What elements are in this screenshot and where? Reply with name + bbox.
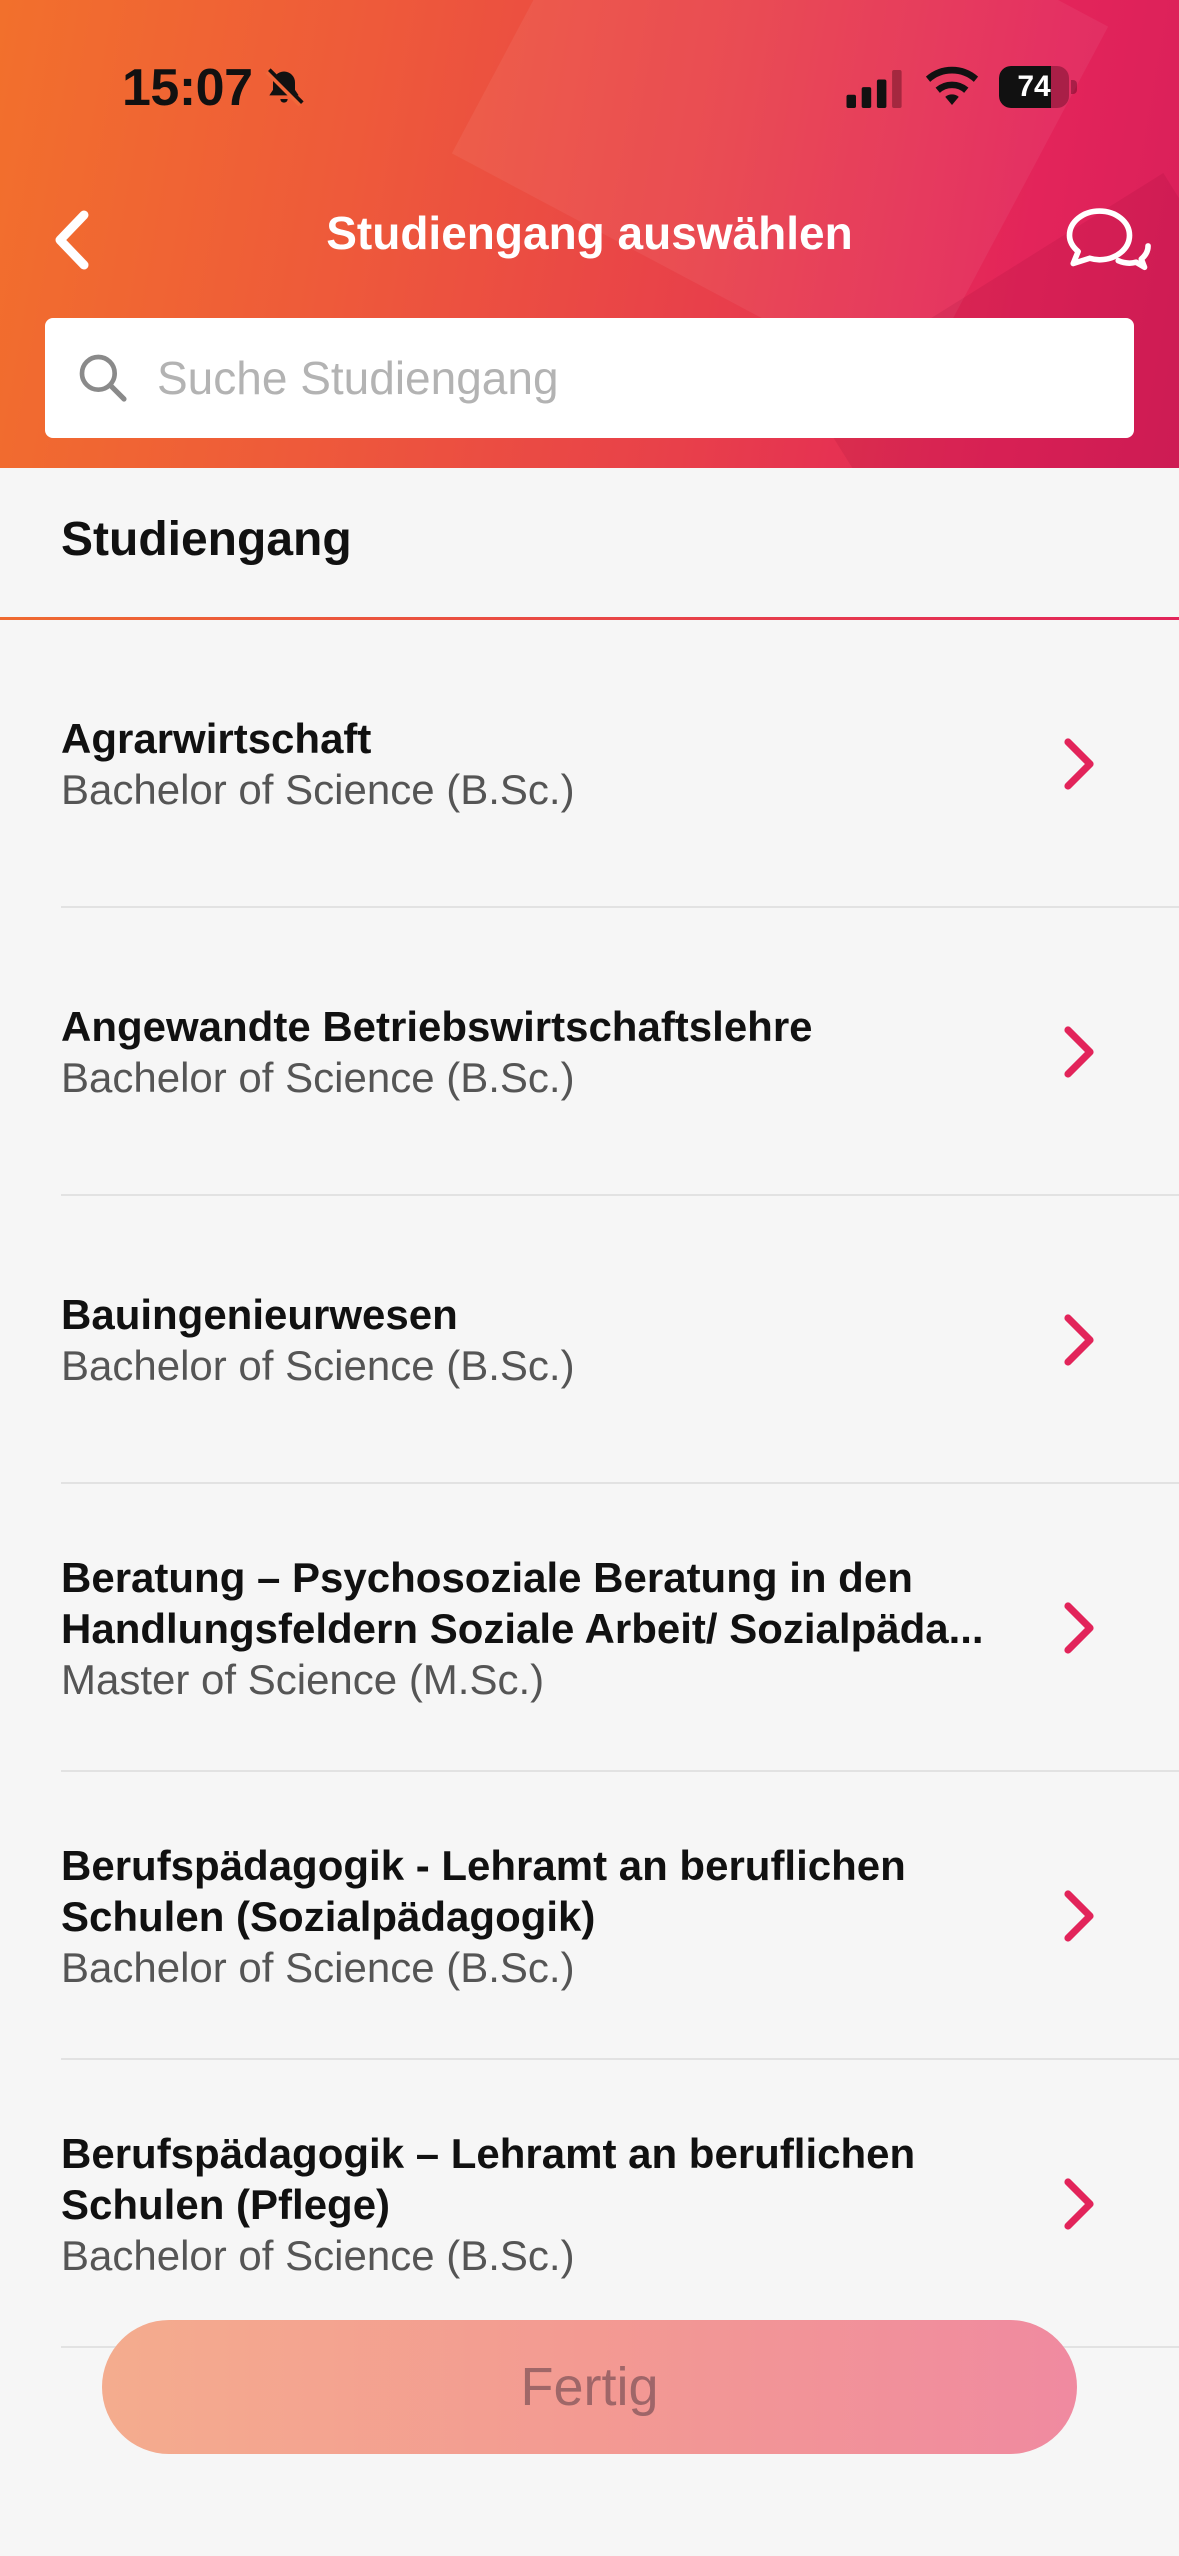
battery-label: 74 bbox=[1017, 70, 1051, 103]
program-degree: Bachelor of Science (B.Sc.) bbox=[61, 1943, 575, 1991]
section-title: Studiengang bbox=[61, 513, 352, 566]
program-degree: Bachelor of Science (B.Sc.) bbox=[61, 1054, 575, 1101]
program-degree: Bachelor of Science (B.Sc.) bbox=[61, 2231, 575, 2279]
list-item[interactable]: Bauingenieurwesen Bachelor of Science (B… bbox=[0, 1196, 1179, 1484]
chevron-right-icon bbox=[1064, 2178, 1094, 2230]
search-icon bbox=[79, 354, 127, 402]
chevron-right-icon bbox=[1064, 1602, 1094, 1654]
done-button[interactable]: Fertig bbox=[102, 2320, 1077, 2454]
program-name: Berufspädagogik - Lehramt an beruflichen… bbox=[61, 1841, 906, 1940]
chevron-right-icon bbox=[1064, 738, 1094, 790]
search-bar bbox=[45, 318, 1134, 438]
screen: 15:07 74 Studiengang auswählen Suche Stu… bbox=[0, 0, 1179, 2556]
list-item[interactable]: Berufspädagogik – Lehramt an beruflichen… bbox=[0, 2060, 1179, 2348]
signal-icon bbox=[846, 70, 902, 108]
program-list: Agrarwirtschaft Bachelor of Science (B.S… bbox=[0, 620, 1179, 2348]
list-item[interactable]: Angewandte Betriebswirtschaftslehre Bach… bbox=[0, 908, 1179, 1196]
program-name: Bauingenieurwesen bbox=[61, 1291, 458, 1338]
status-time: 15:07 bbox=[122, 59, 253, 117]
bell-off-icon bbox=[265, 68, 304, 107]
list-item[interactable]: Agrarwirtschaft Bachelor of Science (B.S… bbox=[0, 620, 1179, 908]
wifi-icon bbox=[925, 66, 979, 105]
program-name: Berufspädagogik – Lehramt an beruflichen… bbox=[61, 2129, 916, 2228]
battery-indicator: 74 bbox=[999, 66, 1077, 108]
program-degree: Bachelor of Science (B.Sc.) bbox=[61, 1342, 575, 1389]
program-name: Agrarwirtschaft bbox=[61, 715, 372, 762]
program-name: Angewandte Betriebswirtschaftslehre bbox=[61, 1003, 813, 1050]
page-title: Studiengang auswählen bbox=[326, 207, 853, 259]
chat-bubbles-icon[interactable] bbox=[1062, 196, 1152, 286]
header: 15:07 74 Studiengang auswählen Suche Stu… bbox=[0, 0, 1179, 468]
program-name: Beratung – Psychosoziale Beratung in den… bbox=[61, 1553, 984, 1652]
program-degree: Bachelor of Science (B.Sc.) bbox=[61, 766, 575, 813]
list-item[interactable]: Berufspädagogik - Lehramt an beruflichen… bbox=[0, 1772, 1179, 2060]
chevron-right-icon bbox=[1064, 1890, 1094, 1942]
program-degree: Master of Science (M.Sc.) bbox=[61, 1655, 545, 1703]
chevron-right-icon bbox=[1064, 1026, 1094, 1078]
list-item[interactable]: Beratung – Psychosoziale Beratung in den… bbox=[0, 1484, 1179, 1772]
chevron-right-icon bbox=[1064, 1314, 1094, 1366]
search-input[interactable] bbox=[157, 318, 1107, 438]
